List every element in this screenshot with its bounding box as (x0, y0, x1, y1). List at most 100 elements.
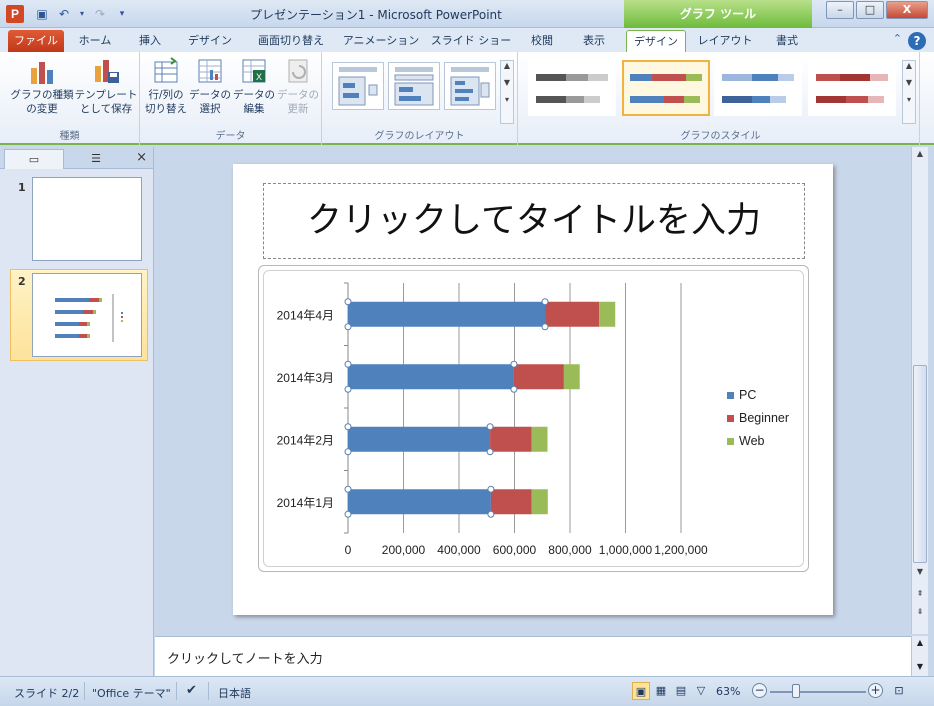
bar-web-3 (599, 301, 616, 327)
save-as-template-button[interactable]: テンプレート として保存 (74, 56, 138, 116)
switch-row-column-icon (154, 57, 178, 83)
reading-view-icon[interactable]: ▤ (672, 682, 690, 700)
tab-transitions[interactable]: 画面切り替え (248, 30, 334, 52)
powerpoint-app-icon[interactable]: P (6, 5, 24, 23)
tab-slideshow[interactable]: スライド ショー (428, 30, 514, 52)
zoom-slider-track[interactable] (770, 691, 866, 693)
scroll-down-icon[interactable]: ▼ (903, 78, 915, 87)
scrollbar-thumb[interactable] (913, 365, 927, 563)
notes-scrollbar[interactable]: ▲ ▼ (911, 636, 928, 676)
vertical-scrollbar[interactable]: ▲ ▼ ⇞ ⇟ (911, 147, 928, 634)
slide-thumbnail-2[interactable] (32, 273, 142, 357)
theme-name[interactable]: "Office テーマ" (92, 685, 171, 701)
tab-home[interactable]: ホーム (70, 30, 120, 52)
switch-row-column-button[interactable]: 行/列の 切り替え (144, 56, 188, 116)
maximize-button[interactable]: □ (856, 1, 884, 19)
selection-handle (344, 298, 352, 306)
select-data-button[interactable]: データの 選択 (188, 56, 232, 116)
refresh-data-icon (288, 59, 308, 83)
tab-slides[interactable]: ▭ (4, 149, 64, 169)
x-tick-label: 400,000 (437, 543, 481, 557)
refresh-data-button[interactable]: データの 更新 (276, 56, 320, 116)
outline-view-icon: ☰ (91, 152, 101, 165)
style-2-icon (630, 74, 702, 103)
tab-review[interactable]: 校閲 (520, 30, 564, 52)
normal-view-icon[interactable]: ▣ (632, 682, 650, 700)
close-pane-icon[interactable]: × (136, 150, 147, 165)
more-icon[interactable]: ▾ (501, 95, 513, 104)
next-slide-icon[interactable]: ⇟ (912, 605, 928, 619)
selection-handle (344, 385, 352, 393)
scroll-down-icon[interactable]: ▼ (501, 78, 513, 87)
title-placeholder[interactable]: クリックしてタイトルを入力 (263, 183, 805, 259)
minimize-ribbon-icon[interactable]: ⌃ (893, 32, 902, 45)
selection-handle (344, 485, 352, 493)
scroll-up-arrow-icon[interactable]: ▲ (912, 636, 928, 650)
chart-area[interactable]: 0 200,000 400,000 600,000 800,000 1,000,000 1,… (263, 270, 804, 567)
tab-animations[interactable]: アニメーション (340, 30, 422, 52)
slide-sorter-view-icon[interactable]: ▦ (652, 682, 670, 700)
language[interactable]: 日本語 (218, 685, 251, 701)
selection-handle (344, 448, 352, 456)
scroll-down-arrow-icon[interactable]: ▼ (912, 660, 928, 674)
scroll-up-arrow-icon[interactable]: ▲ (912, 147, 928, 161)
redo-icon[interactable]: ↷ (92, 6, 108, 22)
customize-qat-icon[interactable]: ▾ (114, 6, 130, 22)
chart-object[interactable]: 0 200,000 400,000 600,000 800,000 1,000,000 1,… (258, 265, 809, 572)
zoom-slider-handle[interactable] (792, 684, 800, 698)
selection-handle (486, 423, 494, 431)
group-label-chart-styles: グラフのスタイル (680, 131, 761, 142)
status-bar: スライド 2/2 "Office テーマ" ✔ 日本語 ▣ ▦ ▤ ▽ 63% … (0, 676, 934, 706)
chart-layout-option-1[interactable] (332, 62, 384, 110)
tab-chart-format[interactable]: 書式 (764, 30, 810, 52)
scroll-down-arrow-icon[interactable]: ▼ (912, 565, 928, 579)
tab-chart-design[interactable]: デザイン (626, 30, 686, 52)
notes-pane[interactable]: クリックしてノートを入力 (155, 636, 911, 676)
layout-gallery-scroll[interactable]: ▲ ▼ ▾ (500, 60, 514, 124)
bar-web-1 (531, 426, 548, 452)
spell-check-icon[interactable]: ✔ (186, 683, 197, 698)
chart-style-option-2[interactable] (622, 60, 710, 116)
tab-file[interactable]: ファイル (8, 30, 64, 52)
svg-text:X: X (256, 72, 262, 82)
close-button[interactable]: X (886, 1, 928, 19)
zoom-in-button[interactable]: + (868, 683, 883, 698)
category-label: 2014年2月 (277, 433, 334, 447)
tab-chart-layout[interactable]: レイアウト (692, 30, 758, 52)
save-icon[interactable]: ▣ (34, 6, 50, 22)
undo-dropdown-icon[interactable]: ▾ (78, 6, 86, 22)
edit-data-button[interactable]: X データの 編集 (232, 56, 276, 116)
tab-design[interactable]: デザイン (180, 30, 240, 52)
bar-beginner-3 (545, 301, 600, 327)
style-4-icon (816, 74, 888, 103)
undo-icon[interactable]: ↶ (56, 6, 72, 22)
ribbon: グラフの種類 の変更 テンプレート として保存 種類 行/列の 切り替え データ… (0, 52, 934, 145)
more-icon[interactable]: ▾ (903, 95, 915, 104)
x-tick-label: 800,000 (548, 543, 592, 557)
tab-outline[interactable]: ☰ (66, 149, 126, 169)
slideshow-view-icon[interactable]: ▽ (692, 682, 710, 700)
slide-thumbnail-1[interactable] (32, 177, 142, 261)
chart-style-option-1[interactable] (528, 60, 616, 116)
group-label-chart-layouts: グラフのレイアウト (374, 131, 465, 142)
bar-beginner-0 (490, 489, 532, 515)
zoom-out-button[interactable]: − (752, 683, 767, 698)
style-gallery-scroll[interactable]: ▲ ▼ ▾ (902, 60, 916, 124)
tab-insert[interactable]: 挿入 (128, 30, 172, 52)
category-label: 2014年1月 (277, 496, 334, 510)
chart-style-option-3[interactable] (714, 60, 802, 116)
chart-layout-option-3[interactable] (444, 62, 496, 110)
chart-style-option-4[interactable] (808, 60, 896, 116)
slide-canvas: クリックしてタイトルを入力 0 200,000 400,000 600,000 800,… (233, 164, 833, 615)
change-chart-type-button[interactable]: グラフの種類 の変更 (10, 56, 74, 116)
group-label-data: データ (215, 131, 246, 142)
help-icon[interactable]: ? (908, 32, 926, 50)
zoom-level[interactable]: 63% (716, 685, 740, 698)
scroll-up-icon[interactable]: ▲ (903, 61, 915, 70)
previous-slide-icon[interactable]: ⇞ (912, 587, 928, 601)
tab-view[interactable]: 表示 (572, 30, 616, 52)
chart-layout-option-2[interactable] (388, 62, 440, 110)
fit-to-window-icon[interactable]: ⊡ (890, 682, 908, 700)
minimize-button[interactable]: – (826, 1, 854, 19)
scroll-up-icon[interactable]: ▲ (501, 61, 513, 70)
